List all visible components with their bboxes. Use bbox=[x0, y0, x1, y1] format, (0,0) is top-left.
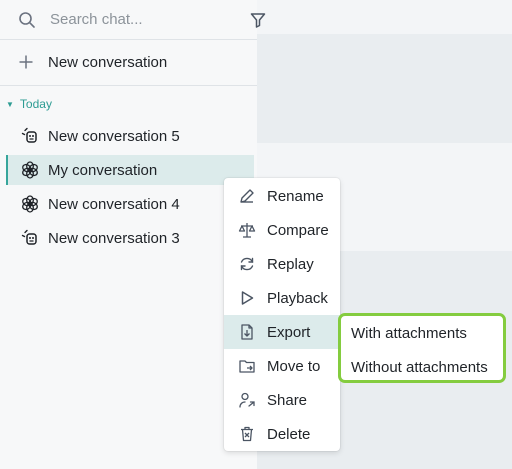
filter-icon[interactable] bbox=[249, 11, 267, 29]
conversation-item-active[interactable]: My conversation bbox=[6, 155, 254, 185]
bot-icon bbox=[20, 228, 40, 248]
menu-item-replay[interactable]: Replay bbox=[224, 247, 340, 281]
export-file-icon bbox=[238, 323, 256, 341]
share-user-icon bbox=[238, 391, 256, 409]
context-menu: Rename Compare Replay Playback Export Mo… bbox=[224, 178, 340, 451]
menu-item-label: Rename bbox=[267, 187, 324, 205]
group-header-today[interactable]: ▼ Today bbox=[6, 97, 52, 111]
search-input[interactable] bbox=[50, 11, 249, 28]
menu-item-compare[interactable]: Compare bbox=[224, 213, 340, 247]
menu-item-delete[interactable]: Delete bbox=[224, 417, 340, 451]
menu-item-label: Playback bbox=[267, 289, 328, 307]
conversation-label: New conversation 3 bbox=[48, 229, 180, 247]
conversation-label: New conversation 5 bbox=[48, 127, 180, 145]
menu-item-rename[interactable]: Rename bbox=[224, 179, 340, 213]
export-submenu: With attachments Without attachments bbox=[338, 313, 506, 383]
divider bbox=[0, 85, 257, 86]
conversation-label: New conversation 4 bbox=[48, 195, 180, 213]
caret-down-icon: ▼ bbox=[6, 99, 14, 109]
search-bar bbox=[0, 0, 266, 39]
conversation-item[interactable]: New conversation 3 bbox=[6, 223, 254, 253]
new-conversation-button[interactable]: New conversation bbox=[18, 50, 167, 74]
openai-icon bbox=[20, 160, 40, 180]
conversation-label: My conversation bbox=[48, 161, 158, 179]
menu-item-label: Compare bbox=[267, 221, 329, 239]
replay-icon bbox=[238, 255, 256, 273]
menu-item-label: Replay bbox=[267, 255, 314, 273]
menu-item-label: Share bbox=[267, 391, 308, 409]
trash-icon bbox=[238, 425, 256, 443]
folder-move-icon bbox=[238, 357, 256, 375]
menu-item-label: Delete bbox=[267, 425, 311, 443]
new-conversation-label: New conversation bbox=[48, 53, 168, 71]
search-icon bbox=[18, 11, 36, 29]
play-icon bbox=[238, 289, 256, 307]
divider bbox=[0, 39, 257, 40]
submenu-item-label: Without attachments bbox=[351, 358, 488, 376]
sidebar: New conversation ▼ Today New conversatio… bbox=[0, 0, 266, 469]
menu-item-label: Move to bbox=[267, 357, 321, 375]
menu-item-playback[interactable]: Playback bbox=[224, 281, 340, 315]
bot-icon bbox=[20, 126, 40, 146]
conversation-item[interactable]: New conversation 4 bbox=[6, 189, 254, 219]
submenu-item-label: With attachments bbox=[351, 324, 467, 342]
menu-item-export[interactable]: Export bbox=[224, 315, 340, 349]
plus-icon bbox=[18, 54, 34, 70]
menu-item-share[interactable]: Share bbox=[224, 383, 340, 417]
pencil-icon bbox=[238, 187, 256, 205]
menu-item-move-to[interactable]: Move to bbox=[224, 349, 340, 383]
export-without-attachments[interactable]: Without attachments bbox=[351, 355, 488, 379]
scale-icon bbox=[238, 221, 256, 239]
conversation-item[interactable]: New conversation 5 bbox=[6, 121, 254, 151]
menu-item-label: Export bbox=[267, 323, 311, 341]
openai-icon bbox=[20, 194, 40, 214]
group-label: Today bbox=[19, 97, 52, 111]
main-panel-header bbox=[257, 0, 512, 34]
export-with-attachments[interactable]: With attachments bbox=[351, 321, 467, 345]
